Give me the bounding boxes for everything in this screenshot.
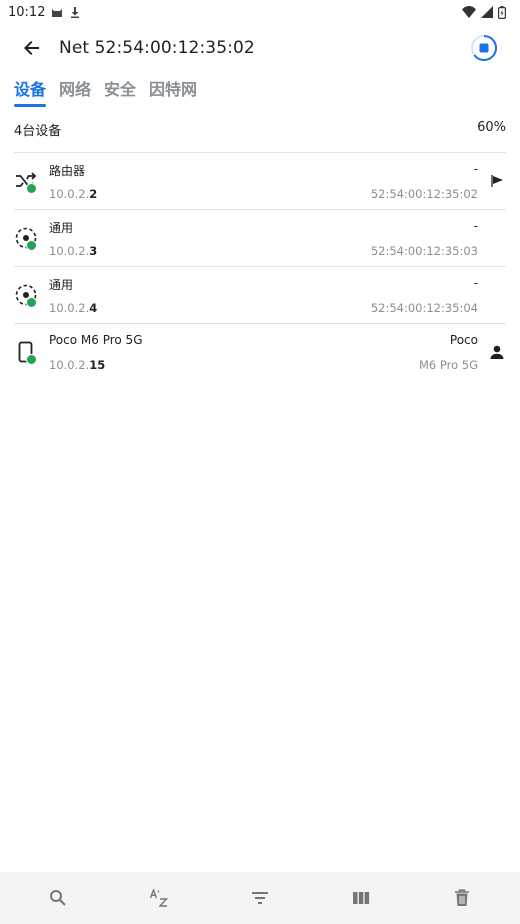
columns-icon	[352, 892, 369, 904]
online-status-dot	[26, 297, 37, 308]
columns-button[interactable]	[341, 878, 381, 918]
sort-button[interactable]	[139, 878, 179, 918]
list-item[interactable]: 路由器 10.0.2.2 - 52:54:00:12:35:02	[14, 152, 506, 209]
stop-scan-button[interactable]	[470, 34, 498, 62]
device-name: 路由器	[49, 164, 86, 178]
status-bar: 10:12	[0, 0, 520, 24]
device-summary: 4台设备 60%	[14, 120, 506, 139]
device-mac: 52:54:00:12:35:02	[370, 187, 478, 201]
app-bar: Net 52:54:00:12:35:02	[0, 24, 520, 72]
wifi-icon	[462, 6, 476, 18]
device-ip: 10.0.2.15	[49, 358, 106, 372]
list-item[interactable]: 通用 10.0.2.4 - 52:54:00:12:35:04	[14, 266, 506, 323]
signal-icon	[481, 6, 493, 18]
device-model: M6 Pro 5G	[418, 358, 478, 372]
tab-bar: 设备 网络 安全 因特网	[0, 72, 210, 108]
stop-progress-icon	[471, 34, 498, 61]
online-status-dot	[26, 354, 37, 365]
battery-icon	[498, 5, 506, 19]
back-button[interactable]	[16, 32, 48, 64]
flag-icon	[488, 172, 506, 190]
device-list: 路由器 10.0.2.2 - 52:54:00:12:35:02 通用 10.0…	[14, 152, 506, 380]
online-status-dot	[26, 240, 37, 251]
device-vendor: Poco	[449, 333, 478, 347]
device-mac: 52:54:00:12:35:03	[370, 244, 478, 258]
device-vendor: -	[473, 276, 478, 290]
filter-button[interactable]	[240, 878, 280, 918]
device-name: 通用	[49, 278, 74, 292]
filter-icon	[251, 892, 268, 904]
person-icon	[488, 343, 506, 361]
bottom-toolbar	[0, 872, 520, 924]
search-icon	[50, 890, 67, 906]
device-ip: 10.0.2.2	[49, 187, 98, 201]
search-button[interactable]	[38, 878, 78, 918]
tab-security[interactable]: 安全	[104, 72, 136, 108]
online-status-dot	[26, 183, 37, 194]
tab-devices[interactable]: 设备	[14, 72, 47, 108]
device-name: 通用	[49, 221, 74, 235]
device-count: 4台设备	[14, 124, 62, 139]
scan-progress-percent: 60%	[477, 120, 506, 135]
delete-button[interactable]	[442, 878, 482, 918]
sort-az-icon	[150, 889, 169, 907]
list-item[interactable]: 通用 10.0.2.3 - 52:54:00:12:35:03	[14, 209, 506, 266]
device-vendor: -	[473, 219, 478, 233]
cat-icon	[51, 6, 63, 18]
status-time: 10:12	[8, 4, 46, 20]
device-mac: 52:54:00:12:35:04	[370, 301, 478, 315]
tab-network[interactable]: 网络	[59, 72, 91, 108]
tab-internet[interactable]: 因特网	[149, 72, 197, 108]
page-title: Net 52:54:00:12:35:02	[59, 38, 255, 58]
download-icon	[69, 6, 81, 18]
device-name: Poco M6 Pro 5G	[49, 333, 143, 347]
device-ip: 10.0.2.4	[49, 301, 98, 315]
device-ip: 10.0.2.3	[49, 244, 98, 258]
list-item[interactable]: Poco M6 Pro 5G 10.0.2.15 Poco M6 Pro 5G	[14, 323, 506, 380]
device-vendor: -	[473, 162, 478, 176]
delete-icon	[454, 889, 469, 906]
arrow-back-icon	[24, 41, 39, 55]
